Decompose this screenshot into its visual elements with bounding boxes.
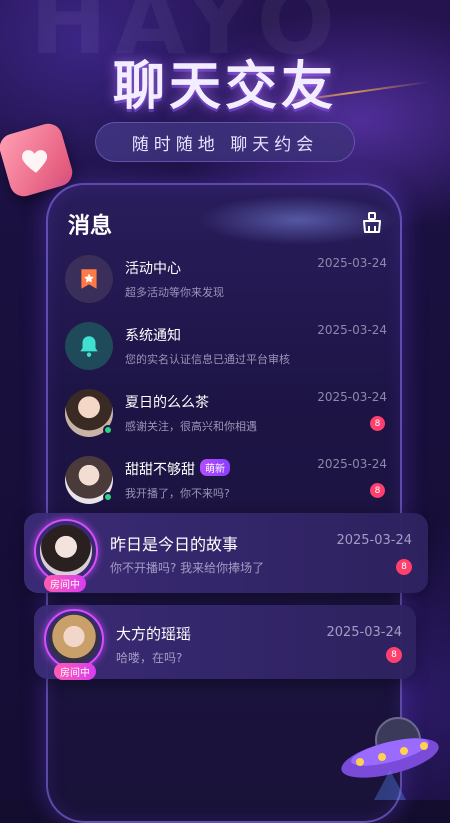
online-dot [103,425,113,435]
new-user-tag: 萌新 [200,459,230,476]
avatar[interactable] [49,614,99,664]
live-status-tag: 房间中 [44,575,86,592]
ufo-icon [330,700,440,800]
list-item[interactable]: 活动中心 超多活动等你来发现 2025-03-24 [65,248,387,310]
item-name: 昨日是今日的故事 [110,535,239,554]
item-date: 2025-03-24 [317,390,387,404]
item-name: 活动中心 [125,261,181,277]
item-date: 2025-03-24 [326,625,402,640]
item-name: 夏日的么么茶 [125,395,209,411]
item-name: 系统通知 [125,328,181,344]
broom-icon[interactable] [360,211,384,235]
unread-badge: 8 [396,559,412,575]
avatar[interactable] [40,525,92,577]
avatar[interactable] [65,389,113,437]
online-dot [103,492,113,502]
list-item[interactable]: 夏日的么么茶 感谢关注，很高兴和你相遇 2025-03-24 8 [65,382,387,444]
item-preview: 你不开播吗? 我来给你捧场了 [110,561,265,575]
item-name: 甜甜不够甜 [125,462,195,478]
item-preview: 感谢关注，很高兴和你相遇 [125,420,257,433]
item-preview: 哈喽，在吗? [116,651,183,665]
unread-badge: 8 [370,416,385,431]
live-status-tag: 房间中 [54,663,96,680]
item-date: 2025-03-24 [317,323,387,337]
subtitle-text: 随时随地 聊天约会 [131,134,319,155]
avatar[interactable] [65,456,113,504]
messages-title: 消息 [68,214,113,239]
live-list-item[interactable]: 房间中 大方的瑶瑶 哈喽，在吗? 2025-03-24 8 [34,605,416,680]
item-date: 2025-03-24 [336,533,412,548]
live-list-item[interactable]: 房间中 昨日是今日的故事 你不开播吗? 我来给你捧场了 2025-03-24 8 [24,513,428,593]
unread-badge: 8 [386,647,402,663]
subtitle-pill: 随时随地 聊天约会 [95,122,355,162]
bell-icon [65,322,113,370]
item-preview: 我开播了，你不来吗? [125,487,230,500]
item-name: 大方的瑶瑶 [116,625,192,643]
item-date: 2025-03-24 [317,256,387,270]
activity-icon [65,255,113,303]
heart-icon [22,150,48,173]
list-item[interactable]: 甜甜不够甜 萌新 我开播了，你不来吗? 2025-03-24 8 [65,449,387,511]
list-item[interactable]: 系统通知 您的实名认证信息已通过平台审核 2025-03-24 [65,315,387,377]
unread-badge: 8 [370,483,385,498]
hero-title: 聊天交友 [112,57,337,117]
item-date: 2025-03-24 [317,457,387,471]
item-preview: 您的实名认证信息已通过平台审核 [125,353,290,366]
item-preview: 超多活动等你来发现 [125,286,224,299]
